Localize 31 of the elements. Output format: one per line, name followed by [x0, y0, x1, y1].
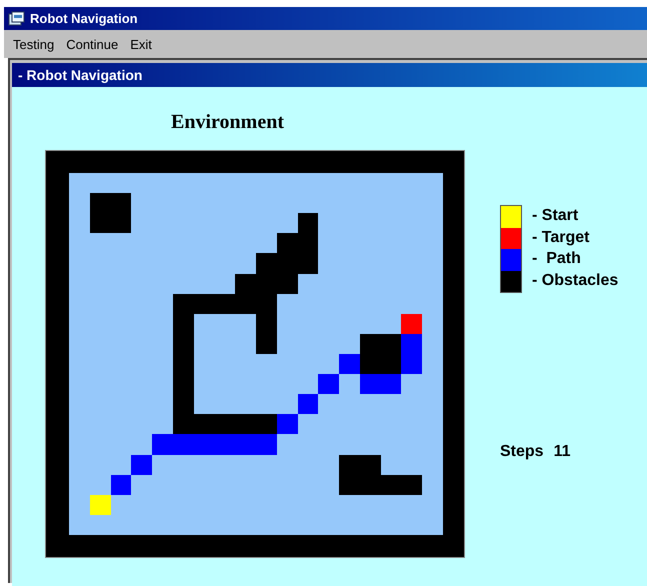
path-step	[131, 454, 152, 475]
app-icon	[8, 10, 26, 26]
path-step	[380, 374, 402, 394]
path-step	[401, 354, 422, 374]
path-step	[276, 414, 298, 434]
menu-item[interactable]: Testing	[13, 36, 54, 52]
menu-item[interactable]: Exit	[130, 36, 152, 52]
child-window-title: - Robot Navigation	[18, 67, 142, 83]
window-title: Robot Navigation	[30, 11, 138, 26]
start-marker	[90, 494, 111, 515]
menu-item[interactable]: Continue	[66, 36, 118, 52]
legend-label: - Obstacles	[532, 270, 618, 290]
path-step	[298, 394, 318, 414]
obstacle-block	[401, 474, 422, 495]
path-step	[152, 434, 173, 455]
steps-value: 11	[554, 443, 570, 461]
legend-label: - Path	[532, 249, 582, 269]
legend-label: - Target	[532, 228, 590, 248]
obstacle-block	[256, 414, 277, 434]
path-step	[360, 374, 381, 394]
obstacle-block	[298, 213, 318, 234]
path-step	[256, 434, 277, 455]
path-step	[110, 474, 132, 495]
path-step	[339, 354, 360, 374]
environment-title: Environment	[171, 111, 284, 134]
obstacle-block	[256, 334, 277, 354]
path-step	[318, 374, 340, 394]
steps-label: Steps	[500, 443, 544, 461]
path-step	[401, 334, 422, 354]
target-marker	[401, 314, 422, 334]
legend-label: - Start	[532, 206, 580, 226]
